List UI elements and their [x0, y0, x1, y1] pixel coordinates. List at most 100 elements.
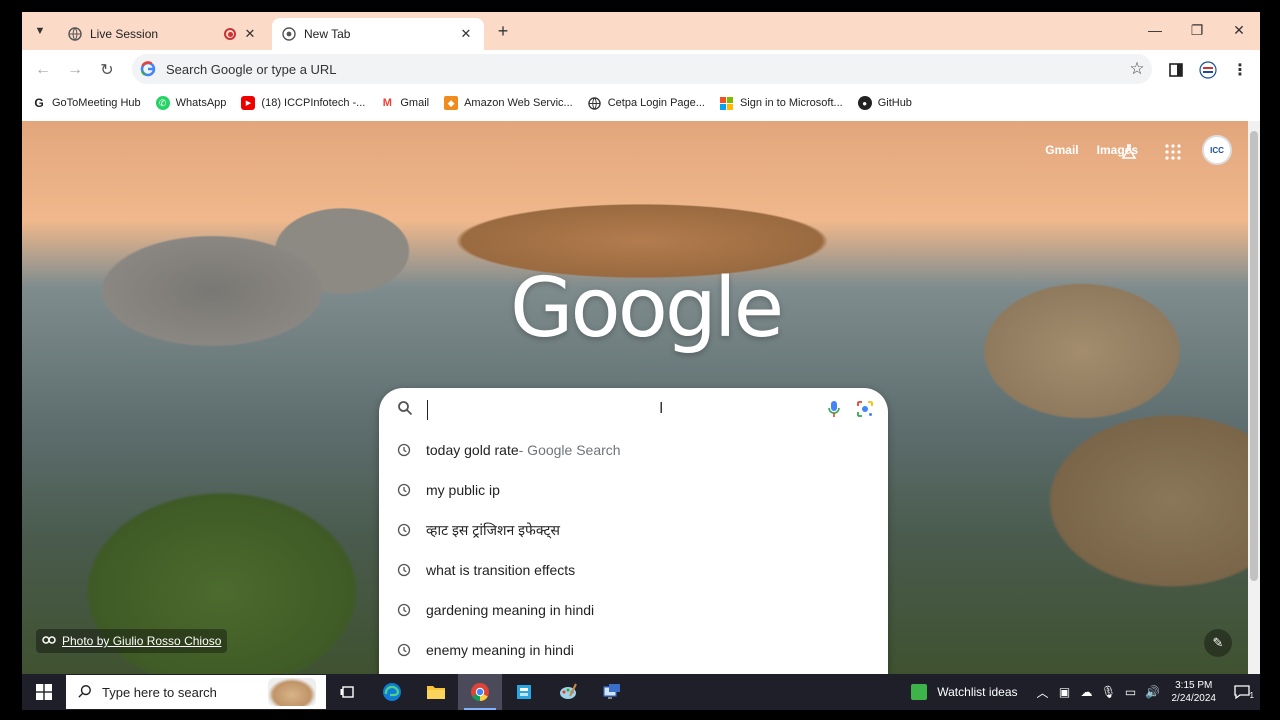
- suggestion-item[interactable]: my public ip: [379, 470, 888, 510]
- tab-title: Live Session: [90, 27, 159, 41]
- tab-live-session[interactable]: Live Session ✕: [58, 18, 268, 50]
- search-icon: [78, 684, 92, 701]
- scrollbar-thumb[interactable]: [1250, 131, 1258, 581]
- youtube-icon: ▶: [241, 96, 256, 110]
- close-tab-icon[interactable]: ✕: [242, 26, 258, 42]
- history-icon: [397, 443, 411, 457]
- clock-date: 2/24/2024: [1171, 693, 1217, 704]
- page-scrollbar[interactable]: [1248, 121, 1260, 674]
- google-apps-icon[interactable]: [1162, 141, 1184, 163]
- bookmark-cetpa[interactable]: Cetpa Login Page...: [588, 96, 705, 110]
- tab-strip: ▼ Live Session ✕ New Tab ✕ + — ❐ ✕: [22, 12, 1260, 50]
- restore-icon[interactable]: ❐: [1176, 12, 1218, 48]
- volume-icon[interactable]: 🔊: [1142, 685, 1164, 699]
- file-explorer-icon[interactable]: [414, 674, 458, 710]
- customize-pencil-icon[interactable]: ✎: [1204, 629, 1232, 657]
- suggestion-suffix: - Google Search: [518, 442, 621, 458]
- windows-start-icon[interactable]: [22, 674, 66, 710]
- bookmark-whatsapp[interactable]: ✆ WhatsApp: [155, 96, 227, 110]
- suggestion-text: व्हाट इस ट्रांजिशन इफेक्ट्स: [426, 521, 560, 538]
- gmail-link[interactable]: Gmail: [1045, 143, 1078, 157]
- globe-icon: [588, 96, 602, 110]
- task-view-icon[interactable]: [326, 674, 370, 710]
- suggestion-item[interactable]: व्हाट इस ट्रांजिशन इफेक्ट्स: [379, 510, 888, 550]
- bookmarks-bar: G GoToMeeting Hub ✆ WhatsApp ▶ (18) ICCP…: [22, 90, 1260, 116]
- minimize-icon[interactable]: —: [1134, 12, 1176, 48]
- bookmark-label: Gmail: [400, 97, 430, 109]
- search-highlight-image: [268, 678, 316, 706]
- bookmark-label: GoToMeeting Hub: [52, 97, 141, 109]
- suggestion-text: today gold rate: [426, 442, 519, 458]
- notification-count-badge: 1: [1249, 691, 1254, 700]
- window-close-icon[interactable]: ✕: [1218, 12, 1260, 48]
- suggestion-item[interactable]: gardening meaning in hindi: [379, 590, 888, 630]
- search-tools: [826, 400, 874, 423]
- taskbar: Type here to search Watchlist ideas ︿ ▣ …: [22, 674, 1260, 710]
- tab-new-tab[interactable]: New Tab ✕: [272, 18, 484, 50]
- meet-now-icon[interactable]: ▣: [1054, 685, 1076, 699]
- bookmark-youtube[interactable]: ▶ (18) ICCPInfotech -...: [241, 96, 365, 110]
- bookmark-gmail[interactable]: M Gmail: [380, 96, 429, 110]
- notifications-icon[interactable]: 1: [1224, 685, 1260, 700]
- suggestion-item[interactable]: what is transition effects: [379, 550, 888, 590]
- clock[interactable]: 3:15 PM 2/24/2024: [1164, 679, 1225, 705]
- whatsapp-icon: ✆: [155, 96, 170, 110]
- toolbar: ← → ↻ Search Google or type a URL ☆ ⋮: [22, 50, 1260, 88]
- side-panel-icon[interactable]: [1164, 58, 1188, 82]
- recording-icon: [224, 28, 236, 40]
- bookmark-label: WhatsApp: [175, 97, 227, 109]
- suggestion-item[interactable]: today gold rate - Google Search: [379, 430, 888, 470]
- paint-app-icon[interactable]: [546, 674, 590, 710]
- system-tray: Watchlist ideas ︿ ▣ ☁ 🎙 ▭ 🔊 3:15 PM 2/24…: [911, 674, 1260, 710]
- search-input-row[interactable]: I: [379, 388, 888, 432]
- bookmark-label: Amazon Web Servic...: [464, 97, 573, 109]
- address-bar[interactable]: Search Google or type a URL ☆: [132, 54, 1152, 84]
- bookmark-label: Sign in to Microsoft...: [739, 97, 843, 109]
- reload-icon[interactable]: ↻: [94, 57, 120, 83]
- avatar[interactable]: ICC: [1202, 135, 1232, 165]
- gmail-icon: M: [382, 97, 392, 109]
- bookmark-gotomeeting[interactable]: G GoToMeeting Hub: [32, 96, 141, 110]
- suggestion-text: what is transition effects: [426, 562, 576, 578]
- history-icon: [397, 563, 411, 577]
- suggestion-text: my public ip: [426, 482, 500, 498]
- suggestion-text: enemy meaning in hindi: [426, 642, 574, 658]
- remote-desktop-icon[interactable]: [590, 674, 634, 710]
- watchlist-ideas-label[interactable]: Watchlist ideas: [937, 685, 1017, 699]
- chevron-up-icon[interactable]: ︿: [1032, 684, 1054, 701]
- google-g-icon: [140, 61, 156, 77]
- onedrive-icon[interactable]: ☁: [1076, 685, 1098, 699]
- link-icon: [42, 634, 56, 648]
- history-icon: [397, 523, 411, 537]
- bookmark-github[interactable]: ● GitHub: [857, 96, 912, 110]
- microphone-icon[interactable]: [826, 400, 842, 423]
- history-icon: [397, 603, 411, 617]
- profile-icon[interactable]: [1196, 58, 1220, 82]
- chrome-taskbar-icon[interactable]: [458, 674, 502, 710]
- watchlist-icon[interactable]: [911, 684, 928, 700]
- edge-icon[interactable]: [370, 674, 414, 710]
- gotomeeting-icon: G: [34, 96, 44, 110]
- bookmark-microsoft[interactable]: Sign in to Microsoft...: [720, 96, 843, 110]
- microphone-tray-icon[interactable]: 🎙: [1098, 685, 1120, 699]
- back-arrow-icon[interactable]: ←: [30, 57, 56, 83]
- taskbar-search-box[interactable]: Type here to search: [66, 675, 326, 709]
- microsoft-icon: [720, 96, 734, 110]
- photo-credit-link[interactable]: Photo by Giulio Rosso Chioso: [36, 629, 228, 653]
- bookmark-aws[interactable]: ◆ Amazon Web Servic...: [444, 96, 573, 110]
- google-lens-icon[interactable]: [856, 400, 874, 423]
- suggestion-item[interactable]: enemy meaning in hindi: [379, 630, 888, 670]
- kebab-menu-icon[interactable]: ⋮: [1228, 58, 1252, 82]
- labs-flask-icon[interactable]: [1118, 141, 1140, 163]
- close-tab-icon[interactable]: ✕: [458, 26, 474, 42]
- search-box[interactable]: I today gold rate - Google Search my pub…: [379, 388, 888, 674]
- forward-arrow-icon[interactable]: →: [62, 57, 88, 83]
- network-icon[interactable]: ▭: [1120, 685, 1142, 699]
- new-tab-page: Gmail Images ICC Google I today gold rat…: [22, 121, 1248, 674]
- azure-data-studio-icon[interactable]: [502, 674, 546, 710]
- new-tab-plus-icon[interactable]: +: [492, 20, 514, 42]
- bookmark-label: GitHub: [877, 97, 912, 109]
- bookmark-star-icon[interactable]: ☆: [1122, 59, 1152, 79]
- bookmark-label: Cetpa Login Page...: [607, 97, 705, 109]
- tab-search-chevron-icon[interactable]: ▼: [28, 20, 52, 42]
